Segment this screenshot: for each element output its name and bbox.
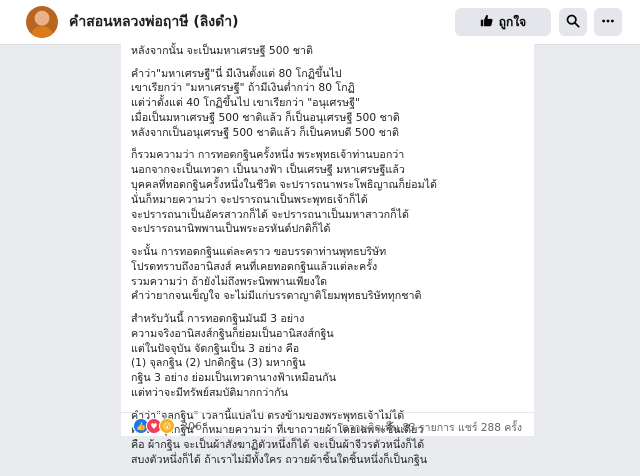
post-paragraph: สำหรับวันนี้ การทอดกฐินมันมี 3 อย่าง ควา… <box>131 312 527 401</box>
page-header: คำสอนหลวงพ่อฤาษี (ลิงดำ) ถูกใจ <box>0 0 640 45</box>
post-line: กฐิน 3 อย่าง ย่อมเป็นเทวดานางฟ้าเหมือนกั… <box>131 371 337 385</box>
post-line: แต่ในปัจจุบัน จัดกฐินเป็น 3 อย่าง คือ <box>131 341 300 355</box>
search-icon <box>566 13 580 32</box>
like-page-button[interactable]: ถูกใจ <box>455 8 551 36</box>
post-line: โปรดทราบถึงอานิสงส์ คนที่เคยทอดกฐินแล้วแ… <box>131 259 378 273</box>
post-line: จะปรารถนานิพพานเป็นพระอรหันต์ปกติก็ได้ <box>131 222 331 236</box>
post-line: หลังจากเป็นอนุเศรษฐี 500 ชาติแล้ว ก็เป็น… <box>131 125 399 139</box>
reaction-count: 306 <box>181 419 202 433</box>
post-line: (1) จุลกฐิน (2) ปกติกฐิน (3) มหากฐิน <box>131 356 306 370</box>
post-line: หลังจากนั้น จะเป็นมหาเศรษฐี 500 ชาติ <box>131 44 313 57</box>
post-line: แต่ทว่าจะมีทรัพย์สมบัติมากกว่ากัน <box>131 385 289 399</box>
post-line: ก็รวมความว่า การทอดกฐินครั้งหนึ่ง พระพุท… <box>131 148 405 162</box>
post-line: คำว่ายากจนเข็ญใจ จะไม่มีแก่บรรดาญาติโยมพ… <box>131 289 422 303</box>
post-line: สบงตัวหนึ่งก็ได้ ถ้าเราไม่มีทั้งใคร ถวาย… <box>131 452 428 466</box>
post-line: จะปรารถนาเป็นอัครสาวกก็ได้ จะปรารถนาเป็น… <box>131 207 409 221</box>
post-card: หลังจากนั้น จะเป็นมหาเศรษฐี 500 ชาติ คำว… <box>121 44 534 466</box>
search-button[interactable] <box>559 8 587 36</box>
post-line: นั่นก็หมายความว่า จะปรารถนาเป็นพระพุทธเจ… <box>131 192 368 206</box>
post-line: แต่ว่าตั้งแต่ 40 โกฏิขึ้นไป เขาเรียกว่า … <box>131 96 360 110</box>
post-text: หลังจากนั้น จะเป็นมหาเศรษฐี 500 ชาติ คำว… <box>131 44 527 476</box>
post-footer: 👍 ♥ 😮 306 ความคิดเห็น 83 รายการ แชร์ 288… <box>121 412 534 437</box>
post-paragraph: ก็รวมความว่า การทอดกฐินครั้งหนึ่ง พระพุท… <box>131 148 527 237</box>
more-icon <box>601 13 615 32</box>
post-line: เมื่อเป็นมหาเศรษฐี 500 ชาติแล้ว ก็เป็นอน… <box>131 110 400 124</box>
post-line: นอกจากจะเป็นเทวดา เป็นนางฟ้า เป็นเศรษฐี … <box>131 163 405 177</box>
thumbs-up-icon <box>480 14 493 30</box>
post-paragraph: จะนั้น การทอดกฐินแต่ละคราว ขอบรรดาท่านพุ… <box>131 245 527 304</box>
post-line: จะนั้น การทอดกฐินแต่ละคราว ขอบรรดาท่านพุ… <box>131 244 387 258</box>
post-line: สำหรับวันนี้ การทอดกฐินมันมี 3 อย่าง <box>131 311 305 325</box>
post-line: เขาเรียกว่า "มหาเศรษฐี" ถ้ามีเงินต่ำกว่า… <box>131 81 355 95</box>
post-line: ความจริงอานิสงส์กฐินก็ย่อมเป็นอานิสงส์กฐ… <box>131 326 334 340</box>
page-title[interactable]: คำสอนหลวงพ่อฤาษี (ลิงดำ) <box>69 11 239 33</box>
like-button-label: ถูกใจ <box>498 14 527 29</box>
comments-shares-count[interactable]: ความคิดเห็น 83 รายการ แชร์ 288 ครั้ง <box>342 419 522 436</box>
post-line: คือ ผ้ากฐิน จะเป็นผ้าสังฆาฏิตัวหนึ่งก็ได… <box>131 438 425 452</box>
reaction-summary[interactable]: 👍 ♥ 😮 306 <box>133 418 202 434</box>
post-line: รวมความว่า ถ้ายังไม่ถึงพระนิพพานเพียงใด <box>131 274 328 288</box>
wow-reaction-icon: 😮 <box>159 418 175 434</box>
post-paragraph: คำว่า"มหาเศรษฐี"นี่ มีเงินตั้งแต่ 80 โกฏ… <box>131 67 527 141</box>
post-paragraph: หลังจากนั้น จะเป็นมหาเศรษฐี 500 ชาติ <box>131 44 527 59</box>
page-avatar[interactable] <box>26 6 58 38</box>
more-options-button[interactable] <box>594 8 622 36</box>
post-line: บุคคลที่ทอดกฐินครั้งหนึ่งในชีวิต จะปรารถ… <box>131 177 437 191</box>
post-line: คำว่า"มหาเศรษฐี"นี่ มีเงินตั้งแต่ 80 โกฏ… <box>131 66 342 80</box>
